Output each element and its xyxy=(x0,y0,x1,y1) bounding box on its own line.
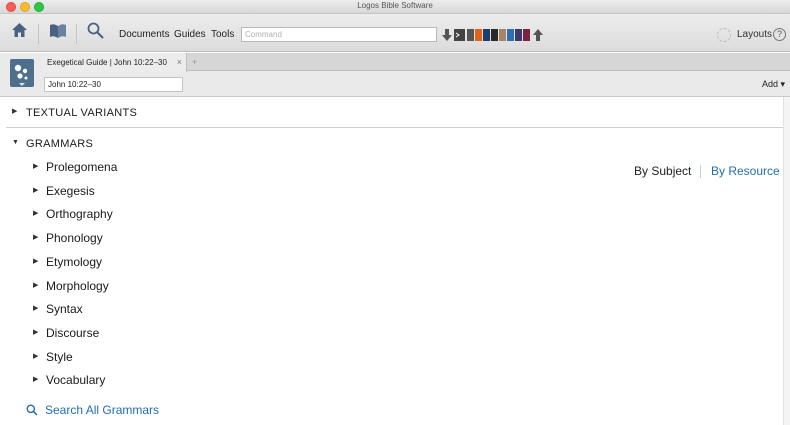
grammar-item[interactable]: ▶ Style xyxy=(0,346,300,366)
grammar-item[interactable]: ▶ Vocabulary xyxy=(0,369,300,389)
favorite-book-icon[interactable] xyxy=(491,29,498,41)
grammar-item[interactable]: ▶ Morphology xyxy=(0,275,300,295)
window-title: Logos Bible Software xyxy=(357,1,433,10)
tab-exegetical-guide[interactable]: Exegetical Guide | John 10:22–30 × xyxy=(42,53,187,72)
grammar-item-label: Vocabulary xyxy=(46,373,106,388)
add-button[interactable]: Add ▾ xyxy=(762,79,785,90)
grammar-item[interactable]: ▶ Phonology xyxy=(0,227,300,247)
help-button[interactable]: ? xyxy=(773,28,786,41)
grammar-item[interactable]: ▶ Exegesis xyxy=(0,180,300,200)
section-title: GRAMMARS xyxy=(26,138,94,150)
favorite-book-icon[interactable] xyxy=(515,29,522,41)
expand-triangle-icon: ▶ xyxy=(33,163,39,170)
layouts-button[interactable]: Layouts xyxy=(737,29,772,40)
grammar-item[interactable]: ▶ Etymology xyxy=(0,251,300,271)
documents-menu[interactable]: Documents xyxy=(119,29,170,40)
tab-label: Exegetical Guide | John 10:22–30 xyxy=(47,58,167,67)
panel-menu-icon[interactable] xyxy=(10,59,34,87)
favorite-book-icon[interactable] xyxy=(507,29,514,41)
toolbar-separator xyxy=(38,24,39,44)
search-icon xyxy=(26,404,38,419)
grammar-item-label: Style xyxy=(46,349,73,364)
sync-spinner-icon xyxy=(717,28,731,42)
section-divider xyxy=(6,127,783,128)
grammar-item-label: Phonology xyxy=(46,231,103,246)
panel-tab-strip: Exegetical Guide | John 10:22–30 × + xyxy=(42,53,790,72)
expand-triangle-icon: ▶ xyxy=(33,352,39,360)
upload-arrow-icon[interactable] xyxy=(533,29,543,44)
search-icon[interactable] xyxy=(87,22,104,42)
favorite-book-icon[interactable] xyxy=(483,29,490,41)
grammar-item-label: Morphology xyxy=(46,278,109,293)
favorite-book-icon[interactable] xyxy=(475,29,482,41)
by-subject-toggle[interactable]: By Subject xyxy=(634,164,691,178)
grammar-item-label: Etymology xyxy=(46,254,103,269)
favorite-book-icon[interactable] xyxy=(523,29,530,41)
expand-triangle-icon: ▶ xyxy=(12,108,18,115)
grammar-item-label: Orthography xyxy=(46,207,113,222)
grammar-item[interactable]: ▶ Prolegomena xyxy=(0,156,300,176)
expand-triangle-icon: ▶ xyxy=(33,234,39,242)
toggle-separator xyxy=(700,165,701,178)
expand-triangle-icon: ▶ xyxy=(33,328,39,336)
expand-triangle-icon: ▶ xyxy=(33,305,39,313)
main-toolbar: Documents Guides Tools Layouts ? xyxy=(0,14,790,52)
title-bar: Logos Bible Software xyxy=(0,0,790,14)
grammar-item-label: Exegesis xyxy=(46,183,95,198)
new-tab-button[interactable]: + xyxy=(192,57,197,67)
reference-input[interactable] xyxy=(44,77,183,92)
by-resource-link[interactable]: By Resource xyxy=(711,164,780,178)
grammar-item[interactable]: ▶ Discourse xyxy=(0,322,300,342)
collapse-triangle-icon: ▼ xyxy=(12,139,19,146)
grammar-item-label: Discourse xyxy=(46,325,100,340)
toolbar-separator xyxy=(76,24,77,44)
section-title: TEXTUAL VARIANTS xyxy=(26,107,138,119)
close-tab-icon[interactable]: × xyxy=(177,57,182,67)
search-all-label: Search All Grammars xyxy=(45,403,160,417)
expand-triangle-icon: ▶ xyxy=(33,210,39,218)
grammar-item[interactable]: ▶ Orthography xyxy=(0,203,300,223)
grammar-item-label: Prolegomena xyxy=(46,160,118,174)
grammar-item-label: Syntax xyxy=(46,302,83,317)
terminal-icon[interactable] xyxy=(454,29,465,44)
library-icon[interactable] xyxy=(49,23,67,42)
expand-triangle-icon: ▶ xyxy=(33,257,39,265)
tools-menu[interactable]: Tools xyxy=(211,29,234,40)
expand-triangle-icon: ▶ xyxy=(33,186,39,194)
expand-triangle-icon: ▶ xyxy=(33,281,39,289)
home-icon[interactable] xyxy=(11,22,28,42)
download-arrow-icon[interactable] xyxy=(442,29,452,44)
expand-triangle-icon: ▶ xyxy=(33,376,39,384)
panel-header: Exegetical Guide | John 10:22–30 × + Add… xyxy=(0,53,790,97)
content-scrollbar[interactable] xyxy=(783,97,790,425)
command-input[interactable] xyxy=(241,27,437,42)
grammar-item[interactable]: ▶ Syntax xyxy=(0,298,300,318)
guides-menu[interactable]: Guides xyxy=(174,29,206,40)
favorite-book-icon[interactable] xyxy=(499,29,506,41)
favorite-book-icon[interactable] xyxy=(467,29,474,41)
textual-variants-header[interactable]: ▶ TEXTUAL VARIANTS xyxy=(0,104,783,134)
